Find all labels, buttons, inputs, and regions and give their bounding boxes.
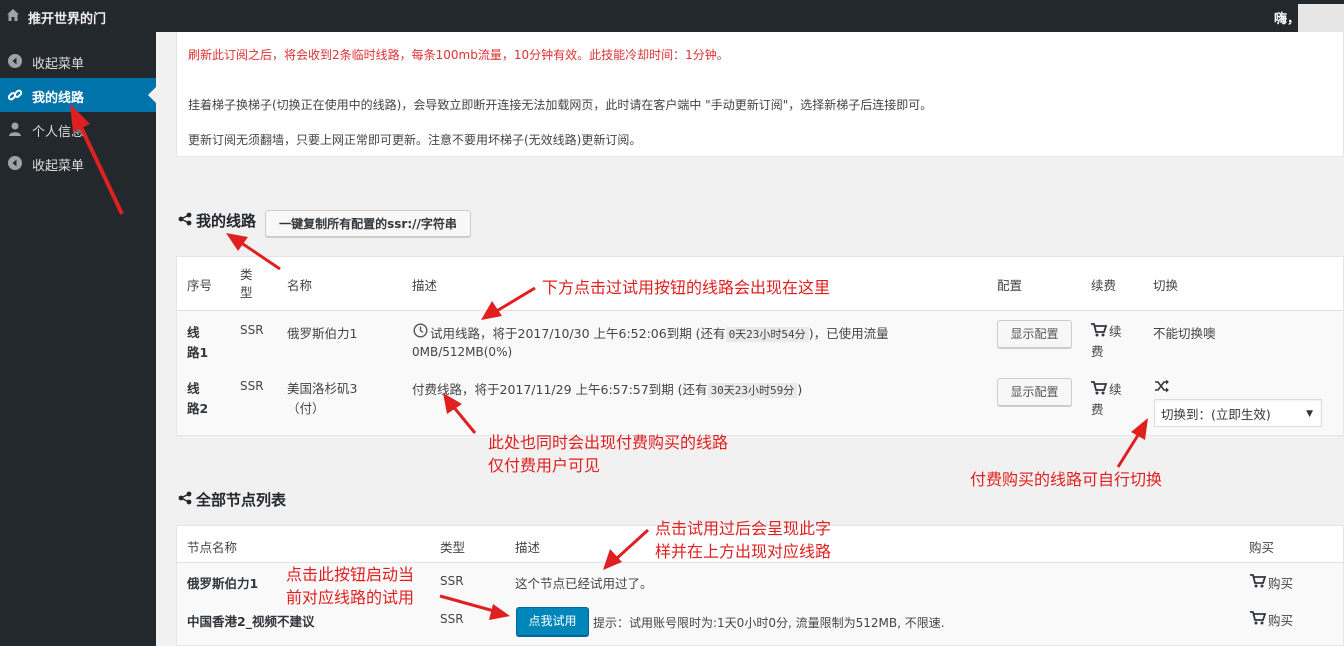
column-header-switch: 切换 bbox=[1153, 278, 1179, 293]
sidebar-item-collapse[interactable]: 收起菜单 bbox=[0, 146, 156, 180]
switch-line-select[interactable]: 切换到：(立即生效) ▼ bbox=[1154, 399, 1322, 427]
annotation-paid-lines-1: 此处也同时会出现付费购买的线路 bbox=[488, 433, 729, 452]
annotation-paid-lines-2: 仅付费用户可见 bbox=[488, 456, 601, 475]
line-name: 美国洛杉矶3（付） bbox=[287, 381, 358, 416]
notice-update-text: 更新订阅无须翻墙，只要上网正常即可更新。注意不要用坏梯子(无效线路)更新订阅。 bbox=[188, 133, 642, 147]
node-name: 中国香港2_视频不建议 bbox=[187, 614, 315, 629]
annotation-tried-2: 样并在上方出现对应线路 bbox=[655, 542, 832, 561]
my-lines-title: 我的线路 bbox=[196, 212, 257, 230]
remaining-time: 30天23小时59分 bbox=[707, 383, 798, 398]
sidebar-item-profile[interactable]: 个人信息 bbox=[0, 112, 156, 146]
line-index: 线路1 bbox=[187, 325, 209, 360]
notice-refresh-text: 刷新此订阅之后，将会收到2条临时线路，每条100mb流量，10分钟有效。此技能冷… bbox=[188, 48, 729, 62]
greeting-text[interactable]: 嗨， bbox=[1274, 8, 1300, 27]
all-nodes-title: 全部节点列表 bbox=[196, 491, 287, 509]
renew-link[interactable]: 续费 bbox=[1091, 322, 1129, 362]
table-row: 线路1 SSR 俄罗斯伯力1 试用线路，将于2017/10/30 上午6:52:… bbox=[177, 311, 1343, 371]
switch-select-value: 切换到：(立即生效) bbox=[1161, 407, 1271, 422]
cart-icon[interactable] bbox=[1250, 611, 1266, 625]
copy-all-ssr-button[interactable]: 一键复制所有配置的ssr://字符串 bbox=[265, 210, 471, 237]
notice-switch-text: 挂着梯子换梯子(切换正在使用中的线路)，会导致立即断开连接无法加载网页，此时请在… bbox=[188, 98, 933, 112]
sidebar-item-collapse[interactable]: 收起菜单 bbox=[0, 44, 156, 78]
user-icon bbox=[9, 122, 21, 136]
buy-link[interactable]: 购买 bbox=[1268, 610, 1293, 629]
column-header-config: 配置 bbox=[997, 278, 1023, 293]
annotation-trial-button-2: 前对应线路的试用 bbox=[286, 588, 415, 607]
column-header-renew: 续费 bbox=[1091, 278, 1117, 293]
annotation-trial-lines: 下方点击过试用按钮的线路会出现在这里 bbox=[542, 278, 831, 297]
annotation-switch: 付费购买的线路可自行切换 bbox=[970, 470, 1163, 489]
sidebar-item-my-lines[interactable]: 我的线路 bbox=[0, 78, 156, 112]
shuffle-icon bbox=[1155, 379, 1169, 393]
renew-link[interactable]: 续费 bbox=[1091, 380, 1129, 420]
clock-icon bbox=[413, 323, 428, 338]
buy-link[interactable]: 购买 bbox=[1268, 573, 1293, 592]
line-name: 俄罗斯伯力1 bbox=[287, 326, 358, 341]
column-header-index: 序号 bbox=[187, 278, 213, 293]
node-name: 俄罗斯伯力1 bbox=[187, 576, 259, 591]
home-icon[interactable] bbox=[6, 8, 20, 22]
column-header-buy: 购买 bbox=[1249, 540, 1275, 555]
collapse-icon bbox=[8, 54, 22, 68]
trial-hint: 提示：试用账号限时为:1天0小时0分, 流量限制为512MB, 不限速. bbox=[593, 616, 945, 630]
column-header-desc: 描述 bbox=[515, 540, 541, 555]
notice-box: 刷新此订阅之后，将会收到2条临时线路，每条100mb流量，10分钟有效。此技能冷… bbox=[176, 32, 1344, 157]
node-type: SSR bbox=[440, 612, 464, 626]
column-header-name: 名称 bbox=[287, 278, 313, 293]
cart-icon[interactable] bbox=[1250, 574, 1266, 588]
sidebar-item-label: 收起菜单 bbox=[32, 159, 85, 174]
column-header-desc: 描述 bbox=[412, 278, 438, 293]
node-desc: 这个节点已经试用过了。 bbox=[515, 576, 653, 591]
share-icon bbox=[178, 212, 192, 226]
share-icon bbox=[178, 491, 192, 505]
column-header-type: 类型 bbox=[240, 267, 253, 300]
sidebar-item-label: 我的线路 bbox=[32, 91, 85, 106]
sidebar-item-label: 收起菜单 bbox=[32, 57, 85, 72]
line-index: 线路2 bbox=[187, 381, 209, 416]
chevron-down-icon: ▼ bbox=[1306, 409, 1313, 419]
line-type: SSR bbox=[240, 379, 264, 393]
show-config-button[interactable]: 显示配置 bbox=[997, 320, 1072, 348]
site-title[interactable]: 推开世界的门 bbox=[28, 8, 106, 27]
link-icon bbox=[7, 89, 23, 101]
line-desc-trial: 试用线路，将于2017/10/30 上午6:52:06到期 (还有 0天23小时5… bbox=[430, 326, 889, 342]
line-desc-paid: 付费线路，将于2017/11/29 上午6:57:57到期 (还有 30天23小时… bbox=[412, 382, 803, 398]
admin-bar: 推开世界的门 嗨， bbox=[0, 0, 1344, 44]
cannot-switch-text: 不能切换噢 bbox=[1153, 326, 1216, 341]
show-config-button[interactable]: 显示配置 bbox=[997, 378, 1072, 406]
table-row: 线路2 SSR 美国洛杉矶3（付） 付费线路，将于2017/11/29 上午6:… bbox=[177, 371, 1343, 435]
column-header-type: 类型 bbox=[440, 540, 466, 555]
sidebar-item-label: 个人信息 bbox=[32, 125, 85, 140]
line-traffic-used: 0MB/512MB(0%) bbox=[412, 345, 513, 359]
try-trial-button[interactable]: 点我试用 bbox=[516, 607, 589, 636]
annotation-trial-button-1: 点击此按钮启动当 bbox=[286, 565, 415, 584]
collapse-icon bbox=[8, 156, 22, 170]
admin-sidebar: 收起菜单 我的线路 个人信息 收起菜单 bbox=[0, 32, 156, 646]
node-type: SSR bbox=[440, 574, 464, 588]
remaining-time: 0天23小时54分 bbox=[725, 327, 809, 342]
annotation-tried-1: 点击试用过后会呈现此字 bbox=[655, 519, 832, 538]
line-type: SSR bbox=[240, 323, 264, 337]
column-header-node-name: 节点名称 bbox=[187, 540, 238, 555]
